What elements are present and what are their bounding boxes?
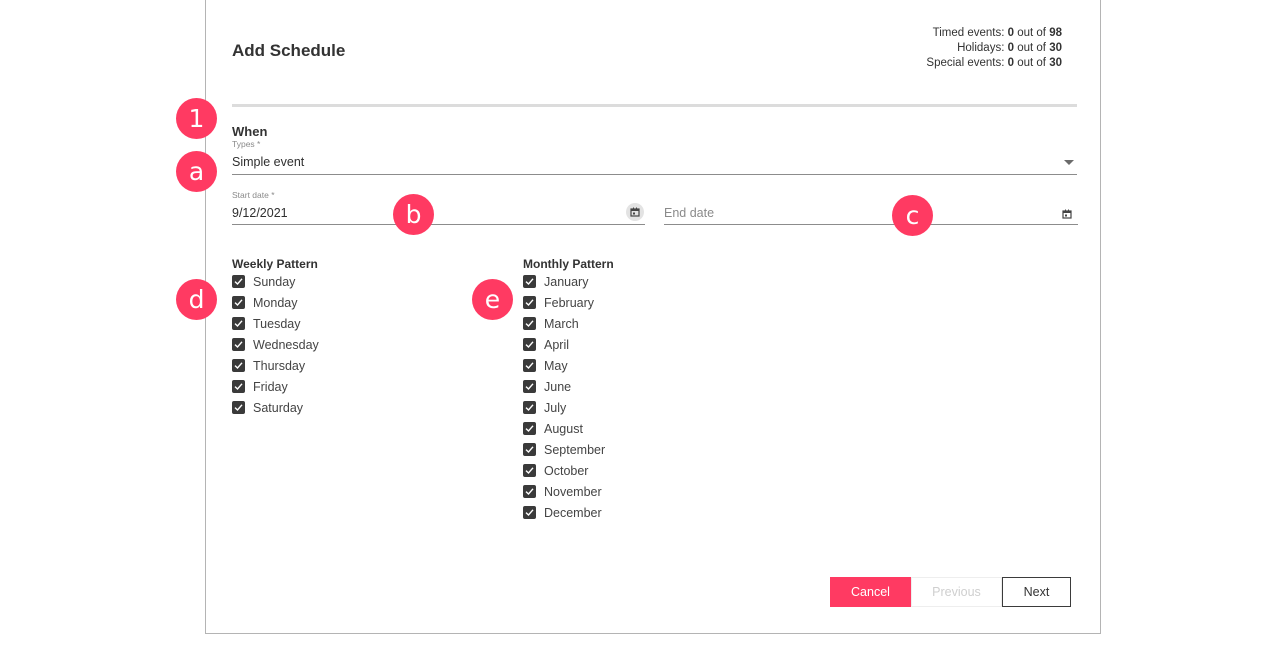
checkbox-checked-icon[interactable] (232, 401, 245, 414)
add-schedule-dialog: Add Schedule Timed events: 0 out of 98 H… (205, 0, 1101, 634)
weekly-checkbox-sunday[interactable]: Sunday (232, 271, 319, 292)
cancel-button[interactable]: Cancel (830, 577, 911, 607)
monthly-checkbox-march[interactable]: March (523, 313, 605, 334)
calendar-icon[interactable] (1062, 206, 1076, 220)
start-date-label: Start date * (232, 190, 275, 200)
monthly-checkbox-june[interactable]: June (523, 376, 605, 397)
types-value: Simple event (232, 155, 305, 169)
monthly-checkbox-april[interactable]: April (523, 334, 605, 355)
weekly-checkbox-wednesday[interactable]: Wednesday (232, 334, 319, 355)
types-underline (232, 174, 1077, 175)
checkbox-checked-icon[interactable] (523, 338, 536, 351)
checkbox-checked-icon[interactable] (523, 296, 536, 309)
dialog-title: Add Schedule (232, 41, 346, 60)
checkbox-checked-icon[interactable] (232, 380, 245, 393)
chevron-down-icon[interactable] (1064, 160, 1074, 165)
checkbox-checked-icon[interactable] (232, 317, 245, 330)
checkbox-checked-icon[interactable] (523, 443, 536, 456)
annotation-marker-1: 1 (176, 98, 217, 139)
monthly-pattern-list: January February March April May June Ju… (523, 271, 605, 523)
start-date-underline (232, 224, 645, 225)
annotation-marker-d: d (176, 279, 217, 320)
annotation-marker-a: a (176, 151, 217, 192)
monthly-checkbox-november[interactable]: November (523, 481, 605, 502)
header-divider (232, 104, 1077, 107)
weekly-pattern-title: Weekly Pattern (232, 257, 318, 271)
monthly-checkbox-may[interactable]: May (523, 355, 605, 376)
monthly-checkbox-september[interactable]: September (523, 439, 605, 460)
checkbox-checked-icon[interactable] (232, 359, 245, 372)
checkbox-checked-icon[interactable] (523, 464, 536, 477)
weekly-checkbox-monday[interactable]: Monday (232, 292, 319, 313)
monthly-checkbox-october[interactable]: October (523, 460, 605, 481)
quota-timed-events: Timed events: 0 out of 98 (932, 27, 1062, 39)
quota-summary: Timed events: 0 out of 98 Holidays: 0 ou… (926, 26, 1062, 71)
weekly-pattern-list: Sunday Monday Tuesday Wednesday Thursday… (232, 271, 319, 418)
annotation-marker-c: c (892, 195, 933, 236)
checkbox-checked-icon[interactable] (232, 338, 245, 351)
previous-button[interactable]: Previous (911, 577, 1002, 607)
checkbox-checked-icon[interactable] (232, 296, 245, 309)
annotation-marker-b: b (393, 194, 434, 235)
quota-special-events: Special events: 0 out of 30 (926, 57, 1062, 69)
checkbox-checked-icon[interactable] (523, 401, 536, 414)
checkbox-checked-icon[interactable] (523, 485, 536, 498)
weekly-checkbox-saturday[interactable]: Saturday (232, 397, 319, 418)
checkbox-checked-icon[interactable] (523, 422, 536, 435)
types-label: Types * (232, 139, 261, 149)
monthly-checkbox-january[interactable]: January (523, 271, 605, 292)
monthly-checkbox-february[interactable]: February (523, 292, 605, 313)
checkbox-checked-icon[interactable] (523, 506, 536, 519)
weekly-checkbox-thursday[interactable]: Thursday (232, 355, 319, 376)
annotation-marker-e: e (472, 279, 513, 320)
end-date-underline (664, 224, 1078, 225)
monthly-checkbox-december[interactable]: December (523, 502, 605, 523)
checkbox-checked-icon[interactable] (232, 275, 245, 288)
checkbox-checked-icon[interactable] (523, 380, 536, 393)
next-button[interactable]: Next (1002, 577, 1071, 607)
start-date-value[interactable]: 9/12/2021 (232, 206, 288, 220)
monthly-checkbox-august[interactable]: August (523, 418, 605, 439)
quota-holidays: Holidays: 0 out of 30 (957, 42, 1062, 54)
checkbox-checked-icon[interactable] (523, 317, 536, 330)
monthly-checkbox-july[interactable]: July (523, 397, 605, 418)
checkbox-checked-icon[interactable] (523, 359, 536, 372)
weekly-checkbox-friday[interactable]: Friday (232, 376, 319, 397)
checkbox-checked-icon[interactable] (523, 275, 536, 288)
monthly-pattern-title: Monthly Pattern (523, 257, 614, 271)
calendar-icon[interactable] (626, 203, 644, 221)
when-heading: When (232, 124, 268, 139)
weekly-checkbox-tuesday[interactable]: Tuesday (232, 313, 319, 334)
end-date-placeholder[interactable]: End date (664, 206, 714, 220)
